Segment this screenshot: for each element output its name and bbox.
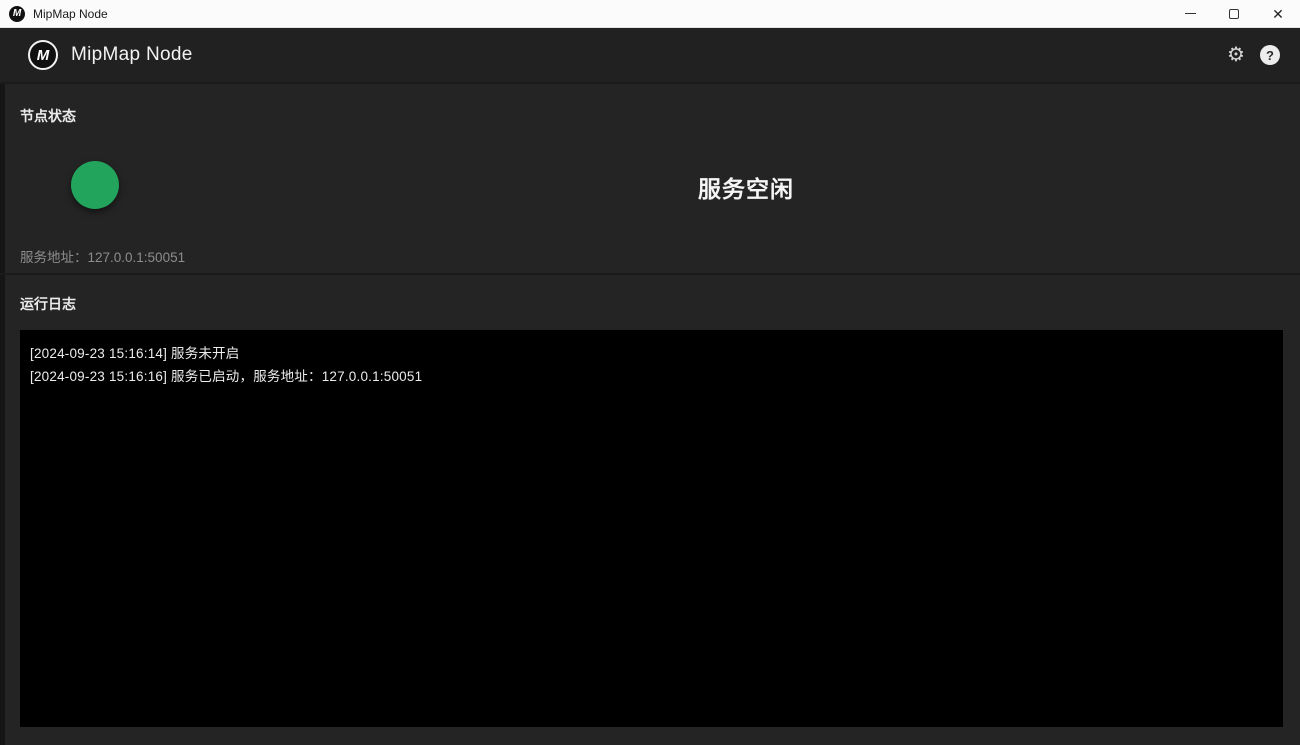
titlebar-left: M MipMap Node xyxy=(0,6,1168,22)
window-title: MipMap Node xyxy=(33,7,108,21)
log-entry: [2024-09-23 15:16:14] 服务未开启 xyxy=(30,342,1273,365)
log-section-title: 运行日志 xyxy=(20,294,76,314)
window-controls: ✕ xyxy=(1168,0,1300,27)
left-edge-border xyxy=(0,84,5,745)
minimize-icon xyxy=(1185,13,1196,15)
close-icon: ✕ xyxy=(1272,7,1284,21)
log-output-area[interactable]: [2024-09-23 15:16:14] 服务未开启 [2024-09-23 … xyxy=(20,330,1283,727)
status-indicator-light xyxy=(71,161,119,209)
maximize-button[interactable] xyxy=(1212,0,1256,27)
section-divider xyxy=(0,273,1300,275)
app-logo-icon: M xyxy=(28,40,58,70)
app-header: M MipMap Node ⚙ ? xyxy=(0,28,1300,84)
help-icon[interactable]: ? xyxy=(1260,45,1280,65)
header-actions: ⚙ ? xyxy=(1224,43,1280,67)
maximize-icon xyxy=(1229,9,1239,19)
log-entry: [2024-09-23 15:16:16] 服务已启动，服务地址：127.0.0… xyxy=(30,365,1273,388)
close-button[interactable]: ✕ xyxy=(1256,0,1300,27)
service-status-text: 服务空闲 xyxy=(698,170,794,204)
settings-gear-icon[interactable]: ⚙ xyxy=(1224,43,1248,67)
service-address: 服务地址：127.0.0.1:50051 xyxy=(20,246,185,266)
node-status-section-title: 节点状态 xyxy=(20,106,76,126)
app-title: MipMap Node xyxy=(71,44,193,66)
minimize-button[interactable] xyxy=(1168,0,1212,27)
main-content: 节点状态 服务空闲 服务地址：127.0.0.1:50051 运行日志 [202… xyxy=(0,84,1300,745)
titlebar: M MipMap Node ✕ xyxy=(0,0,1300,28)
app-icon: M xyxy=(9,6,25,22)
